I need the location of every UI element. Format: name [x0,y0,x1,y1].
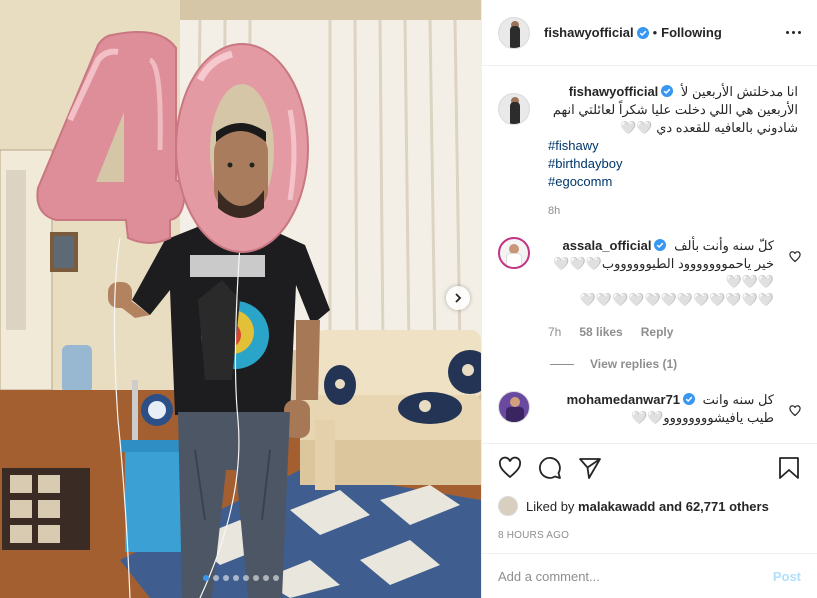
more-options-button[interactable] [786,31,801,34]
view-replies-button[interactable]: View replies (1) [550,357,801,371]
liked-by: Liked by malakawadd and 62,771 others [498,496,801,516]
add-comment-bar: Post [482,553,817,598]
verified-icon [683,393,696,405]
avatar[interactable] [498,93,530,125]
share-icon[interactable] [578,456,602,480]
following-button[interactable]: Following [661,25,722,40]
carousel-dot[interactable] [272,575,279,581]
comment-text-line-1: كلّ سنه وأنت بألف [674,238,774,253]
bookmark-icon[interactable] [777,456,801,480]
post-comment-button[interactable]: Post [773,569,801,584]
caption-first-line: انا مدخلتش الأربعين لأ fishawyofficial [548,83,798,101]
carousel-dots [0,575,481,581]
comments-section[interactable]: انا مدخلتش الأربعين لأ fishawyofficial ا… [482,67,817,443]
caption-line-3: شادوني بالعافيه للقعده دي 🤍🤍 [620,120,798,135]
hashtag-link[interactable]: #birthdayboy [548,155,798,173]
liked-by-prefix: Liked by [526,498,575,514]
hashtag-link[interactable]: #fishawy [548,137,798,155]
avatar[interactable] [498,496,518,516]
comment-age[interactable]: 7h [548,325,561,339]
avatar[interactable] [498,237,530,269]
reply-button[interactable]: Reply [641,325,674,339]
post-photo-scene [0,0,481,598]
carousel-dot[interactable] [232,575,239,581]
caption-line-1: انا مدخلتش الأربعين لأ [680,84,798,99]
comment-meta: 7h 58 likes Reply [548,325,774,339]
chevron-right-icon [455,293,462,303]
post-photo[interactable] [0,0,481,598]
verified-icon [636,26,649,39]
avatar[interactable] [498,391,530,423]
comment-text-line-3: 🤍🤍🤍🤍🤍🤍🤍🤍🤍🤍🤍🤍 [579,292,774,307]
heart-icon[interactable] [789,405,801,417]
carousel-dot[interactable] [252,575,259,581]
post-panel: fishawyofficial • Following انا مدخلتش ا… [481,0,817,598]
carousel-dot[interactable] [202,575,209,581]
separator: • [652,25,658,40]
comment-text-line-2: طيب يافيشوووووووو🤍🤍 [631,410,774,425]
carousel-dot[interactable] [212,575,219,581]
divider [550,363,574,365]
hashtag-link[interactable]: #egocomm [548,173,798,191]
caption-username[interactable]: fishawyofficial [569,84,659,99]
caption-age[interactable]: 8h [548,205,798,217]
comment-first-line: كل سنه وانت mohamedanwar71 [548,391,774,409]
comment-text-line-1: كل سنه وانت [702,392,774,407]
comment-likes[interactable]: 58 likes [579,325,622,339]
post-timestamp[interactable]: 8 HOURS AGO [498,530,801,541]
more-icon [786,31,789,34]
comment-first-line: كلّ سنه وأنت بألف assala_official [548,237,774,255]
comment-icon[interactable] [538,456,562,480]
comment: كل سنه وانت mohamedanwar71 طيب يافيشوووو… [498,391,801,427]
caption: انا مدخلتش الأربعين لأ fishawyofficial ا… [498,83,801,217]
carousel-dot[interactable] [242,575,249,581]
liked-by-others[interactable]: and 62,771 others [659,499,769,514]
verified-icon [654,239,667,251]
liked-by-user[interactable]: malakawadd [578,499,655,514]
post-username[interactable]: fishawyofficial [544,25,634,40]
post-header: fishawyofficial • Following [482,0,817,66]
carousel-dot[interactable] [262,575,269,581]
comment-username[interactable]: assala_official [563,238,652,253]
carousel-dot[interactable] [222,575,229,581]
carousel-next-button[interactable] [446,286,470,310]
comment-input[interactable] [498,568,773,584]
avatar[interactable] [498,16,530,49]
caption-line-2: الأربعين هي اللي دخلت عليا شكراً لعائلتي… [552,102,798,117]
heart-icon[interactable] [789,251,801,263]
action-icons [498,454,801,482]
post-actions: Liked by malakawadd and 62,771 others 8 … [482,443,817,541]
verified-icon [661,85,674,97]
comment-text-line-2: خير ياحمووووووود الطيووووووب🤍🤍🤍🤍🤍🤍 [553,256,774,289]
comment: كلّ سنه وأنت بألف assala_official خير يا… [498,237,801,339]
comment-username[interactable]: mohamedanwar71 [567,392,680,407]
view-replies-label: View replies (1) [590,357,678,371]
heart-icon[interactable] [498,456,522,480]
